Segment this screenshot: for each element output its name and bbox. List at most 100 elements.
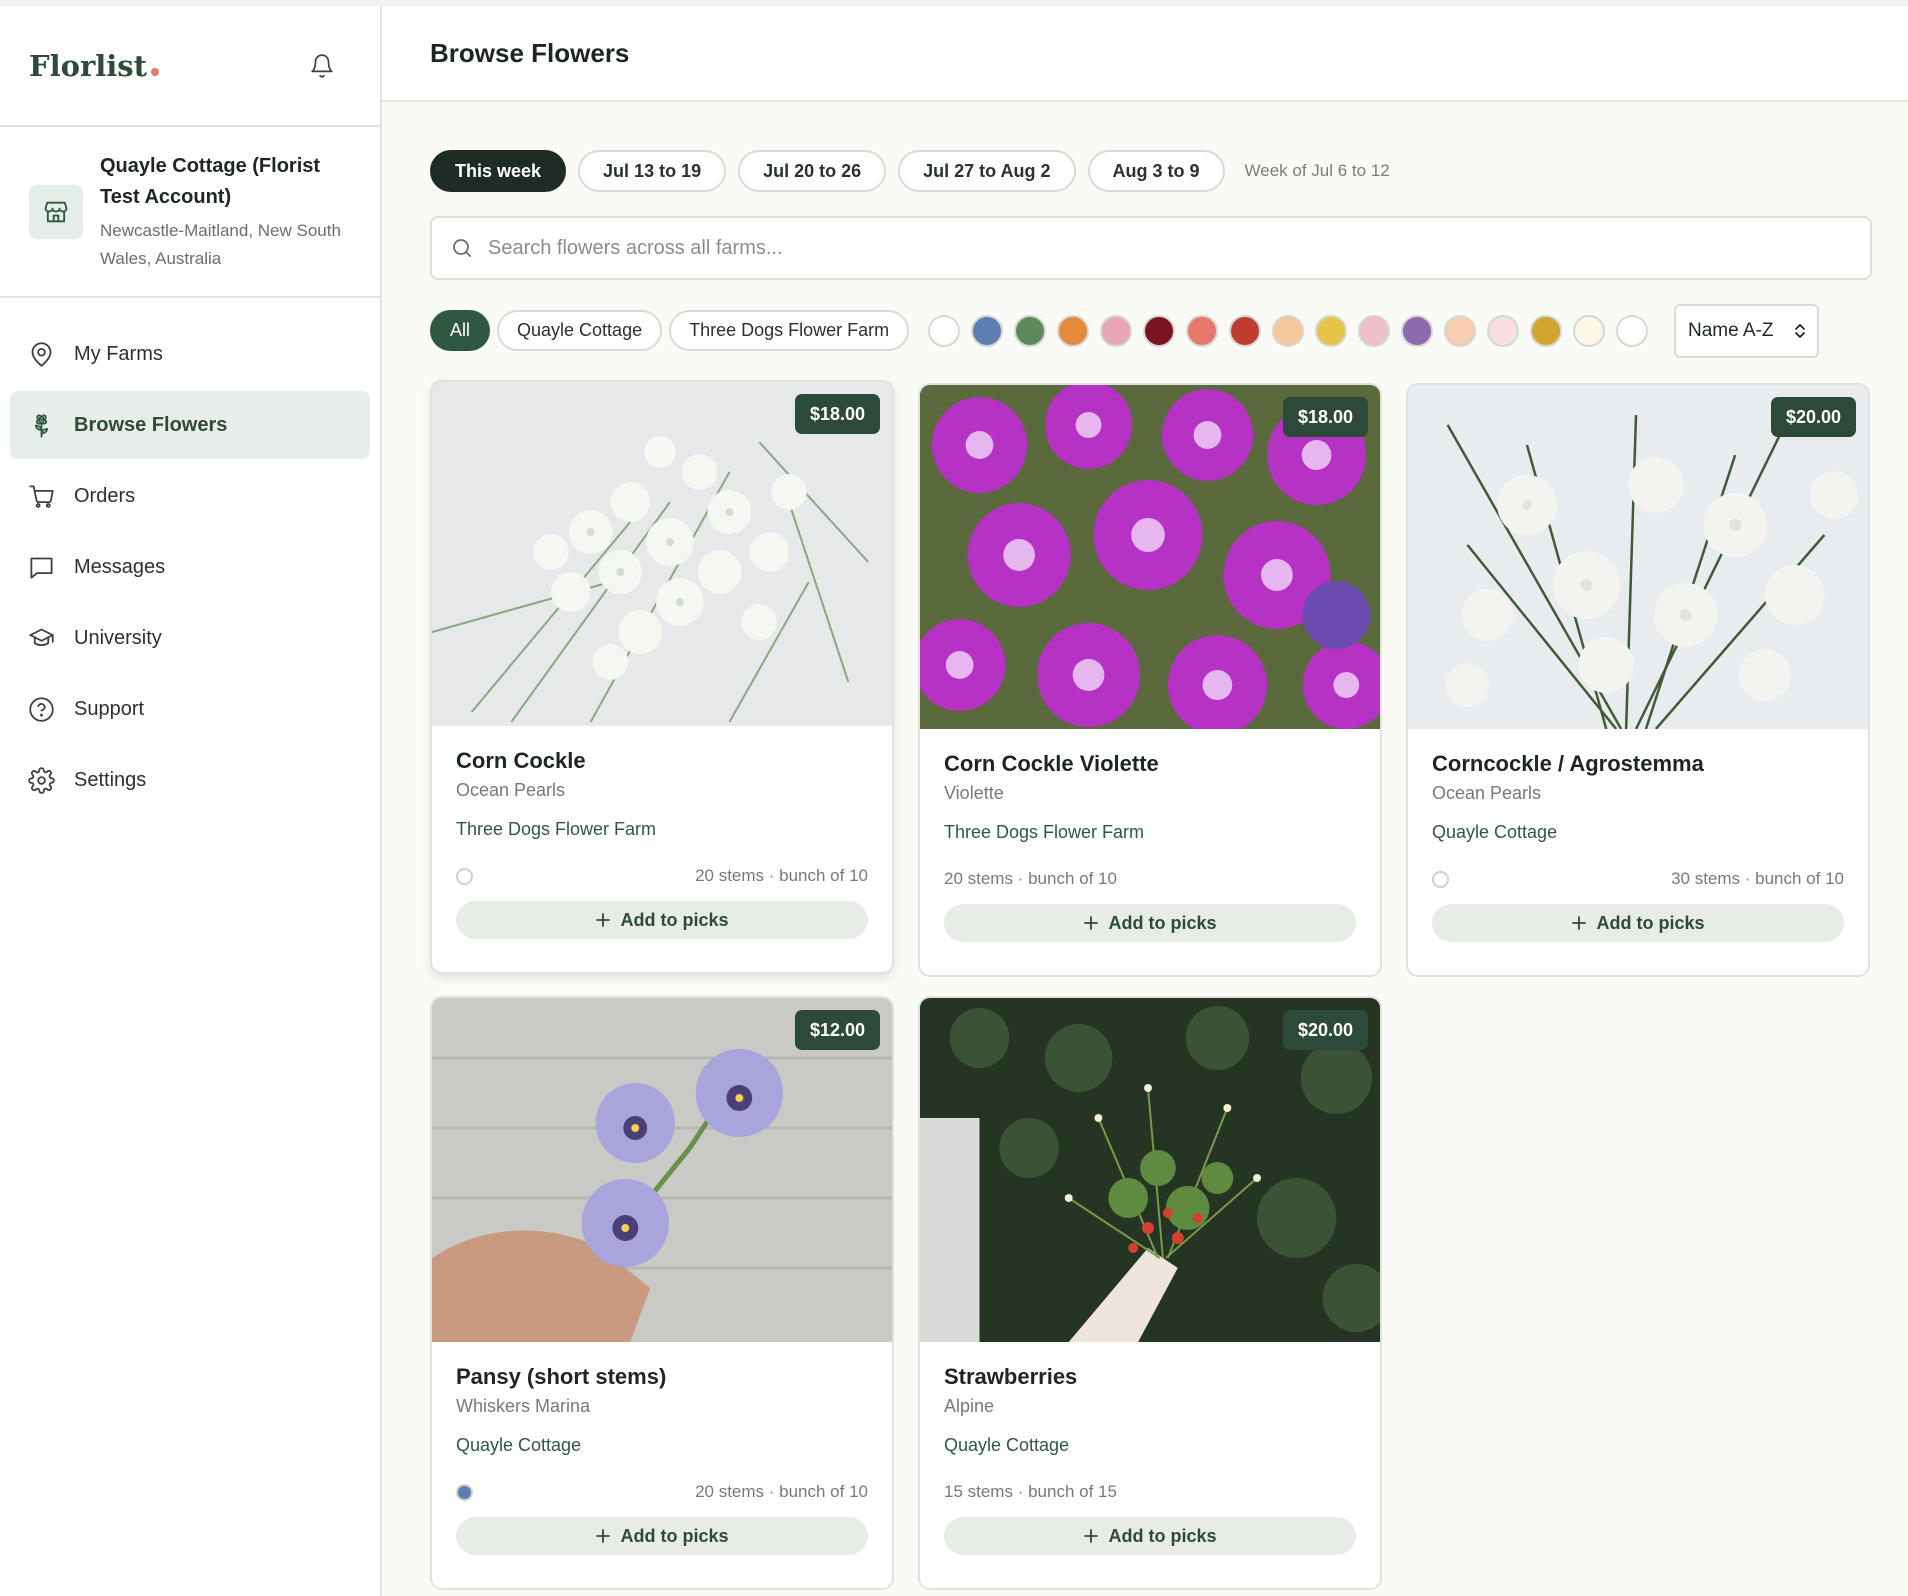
add-to-picks-button[interactable]: Add to picks: [456, 1517, 868, 1555]
farm-link[interactable]: Quayle Cottage: [1432, 822, 1844, 843]
color-swatch[interactable]: [1444, 314, 1477, 347]
color-swatch[interactable]: [971, 314, 1004, 347]
color-swatch[interactable]: [1014, 314, 1047, 347]
color-swatch[interactable]: [1616, 314, 1649, 347]
flower-card[interactable]: $18.00 Corn Cockle Violette Violette Thr…: [918, 383, 1382, 977]
plus-icon: [596, 1529, 611, 1543]
logo[interactable]: Florlist: [29, 49, 159, 83]
color-swatch[interactable]: [1487, 314, 1520, 347]
week-range-note: Week of Jul 6 to 12: [1244, 161, 1390, 180]
stems-info: 20 stems · bunch of 10: [944, 869, 1117, 888]
color-swatch[interactable]: [1530, 314, 1563, 347]
sidebar-item-messages[interactable]: Messages: [10, 533, 370, 601]
search-icon: [453, 239, 471, 257]
sidebar-item-label: Support: [74, 697, 145, 720]
account-card[interactable]: Quayle Cottage (Florist Test Account) Ne…: [0, 127, 380, 298]
color-swatch[interactable]: [1401, 314, 1434, 347]
price-badge: $20.00: [1770, 397, 1856, 437]
cart-icon: [29, 484, 54, 508]
color-swatch[interactable]: [1358, 314, 1391, 347]
color-swatch[interactable]: [1186, 314, 1219, 347]
color-swatch[interactable]: [1143, 314, 1176, 347]
main-content: Browse Flowers This week Jul 13 to 19 Ju…: [382, 6, 1908, 1596]
color-swatches: [928, 314, 1649, 347]
color-swatch[interactable]: [1229, 314, 1262, 347]
color-dot: [1432, 870, 1449, 888]
gear-icon: [28, 766, 55, 794]
stems-info: 30 stems · bunch of 10: [1671, 869, 1844, 888]
add-to-picks-button[interactable]: Add to picks: [456, 901, 868, 939]
add-to-picks-button[interactable]: Add to picks: [944, 904, 1356, 942]
sidebar-item-browse-flowers[interactable]: Browse Flowers: [10, 391, 370, 459]
sidebar-item-label: Browse Flowers: [74, 413, 228, 436]
week-pill-jul-13[interactable]: Jul 13 to 19: [578, 150, 727, 192]
flower-card[interactable]: $20.00 Strawberries Alpine Quayle Cottag…: [918, 996, 1382, 1590]
color-dot: [456, 867, 473, 885]
add-to-picks-label: Add to picks: [620, 909, 729, 930]
color-swatch[interactable]: [1573, 314, 1606, 347]
flower-variety: Whiskers Marina: [456, 1396, 591, 1416]
plus-icon: [1084, 1529, 1099, 1543]
page-header: Browse Flowers: [382, 6, 1908, 102]
flower-card[interactable]: $18.00 Corn Cockle Ocean Pearls Three Do…: [430, 380, 894, 974]
flower-image-corn-cockle: $18.00: [432, 382, 892, 726]
week-pill-aug-3[interactable]: Aug 3 to 9: [1087, 150, 1225, 192]
sidebar-item-university[interactable]: University: [10, 604, 370, 672]
farm-link[interactable]: Quayle Cottage: [944, 1435, 1356, 1456]
price-badge: $20.00: [1282, 1010, 1368, 1050]
sidebar-item-settings[interactable]: Settings: [10, 746, 370, 814]
flower-variety: Ocean Pearls: [456, 780, 566, 800]
color-swatch[interactable]: [1315, 314, 1348, 347]
sidebar-nav: My Farms Browse Flowers Orders Messages …: [0, 298, 380, 814]
stems-info: 20 stems · bunch of 10: [695, 1482, 868, 1501]
flower-card[interactable]: $20.00 Corncockle / Agrostemma Ocean Pea…: [1406, 383, 1870, 977]
sidebar-item-orders[interactable]: Orders: [10, 462, 370, 530]
flower-name: Corn Cockle Violette: [944, 751, 1159, 776]
sidebar-item-my-farms[interactable]: My Farms: [10, 320, 370, 388]
color-dot: [456, 1483, 473, 1501]
week-selector: This week Jul 13 to 19 Jul 20 to 26 Jul …: [430, 150, 1390, 192]
farm-filter-quayle-cottage[interactable]: Quayle Cottage: [497, 310, 663, 351]
flower-variety: Alpine: [944, 1396, 995, 1416]
sidebar-item-label: Messages: [74, 555, 166, 578]
farm-link[interactable]: Quayle Cottage: [456, 1435, 868, 1456]
bell-icon[interactable]: [309, 53, 335, 79]
flower-name: Corn Cockle: [456, 748, 586, 773]
flower-variety: Violette: [944, 783, 1004, 803]
plus-icon: [1572, 916, 1587, 930]
store-icon: [29, 184, 83, 239]
map-pin-icon: [31, 341, 52, 367]
flower-name: Pansy (short stems): [456, 1364, 667, 1389]
color-swatch[interactable]: [1100, 314, 1133, 347]
sidebar-item-label: My Farms: [74, 342, 163, 365]
logo-text: Florlist: [29, 48, 147, 83]
sort-value: Name A-Z: [1688, 320, 1774, 341]
flower-image-corn-cockle-violette: $18.00: [920, 385, 1380, 729]
color-swatch[interactable]: [1272, 314, 1305, 347]
sidebar: Florlist Quayle Cottage (Florist Test Ac…: [0, 6, 382, 1596]
plus-icon: [1084, 916, 1099, 930]
farm-filter-three-dogs[interactable]: Three Dogs Flower Farm: [669, 310, 910, 351]
week-pill-jul-20[interactable]: Jul 20 to 26: [738, 150, 887, 192]
sidebar-item-support[interactable]: Support: [10, 675, 370, 743]
week-pill-this-week[interactable]: This week: [430, 150, 567, 192]
stems-info: 20 stems · bunch of 10: [695, 866, 868, 885]
farm-filter-all[interactable]: All: [430, 310, 491, 351]
brand-bar: Florlist: [0, 6, 380, 127]
search-input[interactable]: [488, 236, 1848, 260]
farm-link[interactable]: Three Dogs Flower Farm: [456, 819, 868, 840]
stems-info: 15 stems · bunch of 15: [944, 1482, 1117, 1501]
week-pill-jul-27[interactable]: Jul 27 to Aug 2: [898, 150, 1076, 192]
add-to-picks-button[interactable]: Add to picks: [944, 1517, 1356, 1555]
flower-icon: [34, 414, 49, 438]
flower-image-strawberries: $20.00: [920, 998, 1380, 1342]
add-to-picks-button[interactable]: Add to picks: [1432, 904, 1844, 942]
flower-card[interactable]: $12.00 Pansy (short stems) Whiskers Mari…: [430, 996, 894, 1590]
flower-name: Strawberries: [944, 1364, 1078, 1389]
add-to-picks-label: Add to picks: [1596, 912, 1705, 933]
color-swatch[interactable]: [928, 314, 961, 347]
sort-select[interactable]: Name A-Z: [1674, 304, 1819, 358]
color-swatch[interactable]: [1057, 314, 1090, 347]
search-bar: [430, 216, 1872, 280]
farm-link[interactable]: Three Dogs Flower Farm: [944, 822, 1356, 843]
